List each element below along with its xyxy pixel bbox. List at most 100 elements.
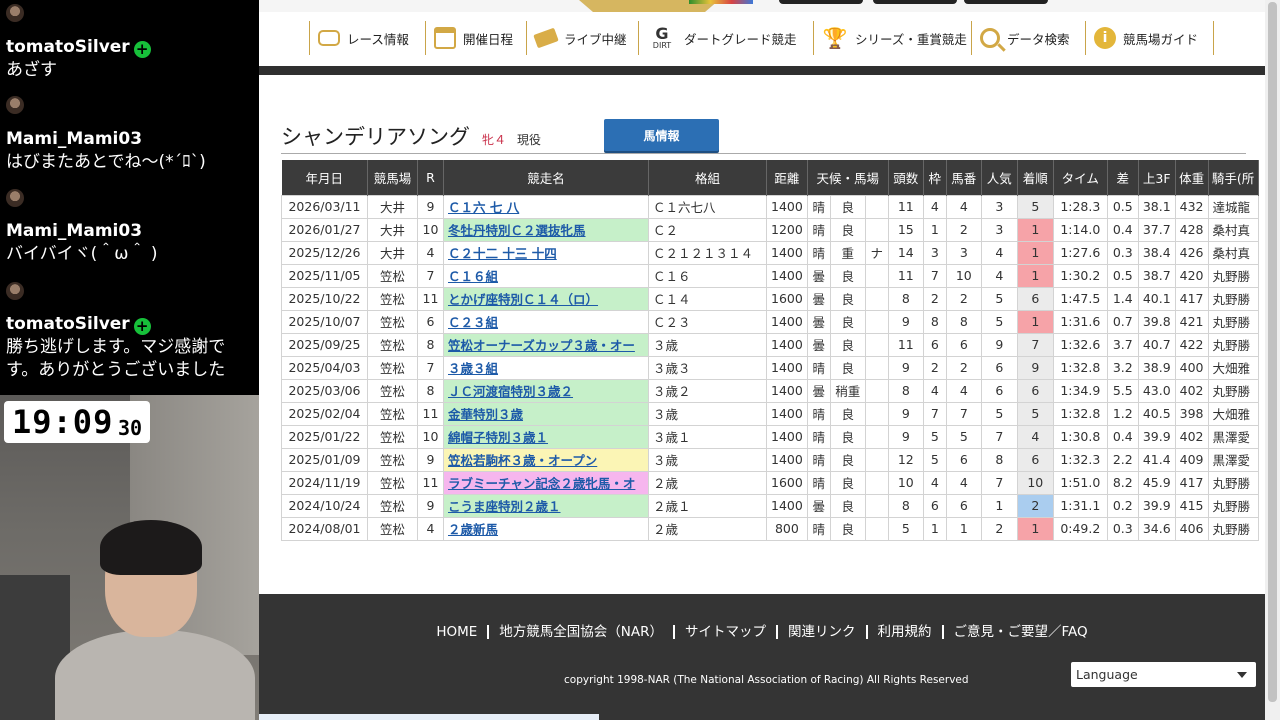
- cell-track: 笠松: [367, 424, 418, 449]
- cell-runners: 9: [887, 424, 924, 449]
- cell-popularity: 6: [980, 355, 1018, 380]
- cell-time: 1:30.8: [1052, 424, 1108, 449]
- cell-gate: 5: [922, 424, 947, 449]
- cell-date: 2024/10/24: [281, 493, 368, 518]
- cell-class: Ｃ２: [648, 217, 767, 242]
- scrollbar-thumb[interactable]: [1268, 2, 1277, 702]
- cell-date: 2025/03/06: [281, 378, 368, 403]
- nav-track-guide[interactable]: i 競馬場ガイド: [1085, 21, 1214, 55]
- cell-race-name[interactable]: こうま座特別２歳１: [443, 493, 649, 518]
- cell-gate: 1: [922, 217, 947, 242]
- header-tab[interactable]: [873, 0, 957, 4]
- footer-link-related[interactable]: 関連リンク: [776, 625, 866, 639]
- cell-race-number: 8: [417, 332, 444, 357]
- cell-race-name[interactable]: ＪＣ河渡宿特別３歳２: [443, 378, 649, 403]
- cell-horse-number: 5: [945, 424, 982, 449]
- cell-distance: 1400: [766, 424, 808, 449]
- cell-weather: 晴: [806, 401, 831, 426]
- cell-gate: 4: [922, 378, 947, 403]
- cell-jockey: 大畑雅: [1207, 355, 1259, 380]
- col-header: 差: [1107, 160, 1139, 195]
- cell-race-name[interactable]: Ｃ１６組: [443, 263, 649, 288]
- header-tab[interactable]: [779, 0, 863, 4]
- web-page: レース情報 開催日程 ライブ中継 G DIRT ダートグレード競走 🏆 シリーズ・…: [259, 0, 1265, 720]
- cell-class: ２歳１: [648, 493, 767, 518]
- cell-horse-number: 6: [945, 493, 982, 518]
- cell-race-number: 7: [417, 355, 444, 380]
- cell-going: 良: [829, 447, 866, 472]
- footer-link-sitemap[interactable]: サイトマップ: [673, 625, 776, 639]
- col-header: 上3F: [1138, 160, 1176, 195]
- horse-info-button[interactable]: 馬情報: [604, 119, 719, 151]
- trophy-icon: 🏆: [822, 26, 848, 50]
- cell-weather: 晴: [806, 424, 831, 449]
- cell-class: ３歳１: [648, 424, 767, 449]
- cell-going: 稍重: [829, 378, 866, 403]
- nav-dirt-grade[interactable]: G DIRT ダートグレード競走: [638, 21, 813, 55]
- cell-track: 笠松: [367, 263, 418, 288]
- cell-going: 良: [829, 424, 866, 449]
- cell-runners: 9: [887, 401, 924, 426]
- cell-race-name[interactable]: 綿帽子特別３歳１: [443, 424, 649, 449]
- cell-popularity: 8: [980, 447, 1018, 472]
- footer-link-home[interactable]: HOME: [426, 625, 487, 639]
- cell-race-name[interactable]: Ｃ１六 七 八: [443, 194, 649, 219]
- cell-race-name[interactable]: とかげ座特別Ｃ１４（ロ）: [443, 286, 649, 311]
- cell-time: 1:32.8: [1052, 401, 1108, 426]
- cell-race-name[interactable]: Ｃ２十二 十三 十四: [443, 240, 649, 265]
- cell-track: 笠松: [367, 309, 418, 334]
- table-row: 2025/10/22 笠松 11 とかげ座特別Ｃ１４（ロ） Ｃ１４ 1600 曇良 8 2 2 5 6…: [281, 286, 1259, 311]
- cell-finish: 6: [1016, 447, 1054, 472]
- col-header: 競馬場: [367, 160, 418, 195]
- cell-note: [864, 194, 889, 219]
- chat-username: Mami_Mami03: [6, 221, 143, 241]
- header-tab[interactable]: [964, 0, 1048, 4]
- cell-popularity: 7: [980, 424, 1018, 449]
- cell-race-name[interactable]: ３歳３組: [443, 355, 649, 380]
- cell-horse-number: 8: [945, 309, 982, 334]
- cell-going: 良: [829, 217, 866, 242]
- language-select[interactable]: Language: [1071, 662, 1256, 687]
- header-color-bar: [689, 0, 753, 4]
- footer-link-faq[interactable]: ご意見・ご要望／FAQ: [941, 625, 1098, 639]
- cell-finish: 1: [1016, 309, 1054, 334]
- footer-link-terms[interactable]: 利用規約: [865, 625, 942, 639]
- cell-margin: 0.3: [1106, 516, 1139, 541]
- copyright-text: copyright 1998-NAR (The National Associa…: [564, 674, 969, 686]
- cell-track: 笠松: [367, 378, 418, 403]
- cell-class: ３歳２: [648, 378, 767, 403]
- cell-weight: 406: [1174, 516, 1209, 541]
- nav-live[interactable]: ライブ中継: [526, 21, 638, 55]
- cell-finish: 6: [1016, 286, 1054, 311]
- nav-data-search[interactable]: データ検索: [971, 21, 1085, 55]
- cell-distance: 1600: [766, 286, 808, 311]
- cell-race-name[interactable]: Ｃ２３組: [443, 309, 649, 334]
- cell-margin: 3.2: [1106, 355, 1139, 380]
- cell-last-3f: 40.1: [1137, 286, 1176, 311]
- cell-popularity: 4: [980, 263, 1018, 288]
- cell-race-name[interactable]: ラブミーチャン記念２歳牝馬・オ: [443, 470, 649, 495]
- nav-label: ダートグレード競走: [684, 31, 797, 47]
- cell-horse-number: 4: [945, 378, 982, 403]
- cell-date: 2026/03/11: [281, 194, 368, 219]
- cell-weather: 晴: [806, 516, 831, 541]
- cell-race-name[interactable]: 笠松若駒杯３歳・オープン: [443, 447, 649, 472]
- cell-race-name[interactable]: 笠松オーナーズカップ３歳・オー: [443, 332, 649, 357]
- table-row: 2024/10/24 笠松 9 こうま座特別２歳１ ２歳１ 1400 曇良 8 6 6 1 2 1:31…: [281, 493, 1259, 518]
- cell-race-name[interactable]: ２歳新馬: [443, 516, 649, 541]
- cell-class: Ｃ２３: [648, 309, 767, 334]
- cell-class: Ｃ１４: [648, 286, 767, 311]
- footer-link-nar[interactable]: 地方競馬全国協会（NAR）: [487, 625, 673, 639]
- nav-race-info[interactable]: レース情報: [309, 21, 425, 55]
- nav-series[interactable]: 🏆 シリーズ・重賞競走: [813, 21, 971, 55]
- cell-weather: 曇: [806, 493, 831, 518]
- cell-weather: 晴: [806, 447, 831, 472]
- cell-race-name[interactable]: 金華特別３歳: [443, 401, 649, 426]
- cell-race-name[interactable]: 冬牡丹特別Ｃ２選抜牝馬: [443, 217, 649, 242]
- verified-badge-icon: +: [133, 41, 151, 58]
- page-scrollbar[interactable]: [1265, 0, 1280, 720]
- nav-schedule[interactable]: 開催日程: [425, 21, 526, 55]
- cell-finish: 1: [1016, 240, 1054, 265]
- cell-weight: 428: [1174, 217, 1209, 242]
- chat-message: 勝ち逃げします。マジ感謝です。ありがとうございました: [6, 337, 226, 380]
